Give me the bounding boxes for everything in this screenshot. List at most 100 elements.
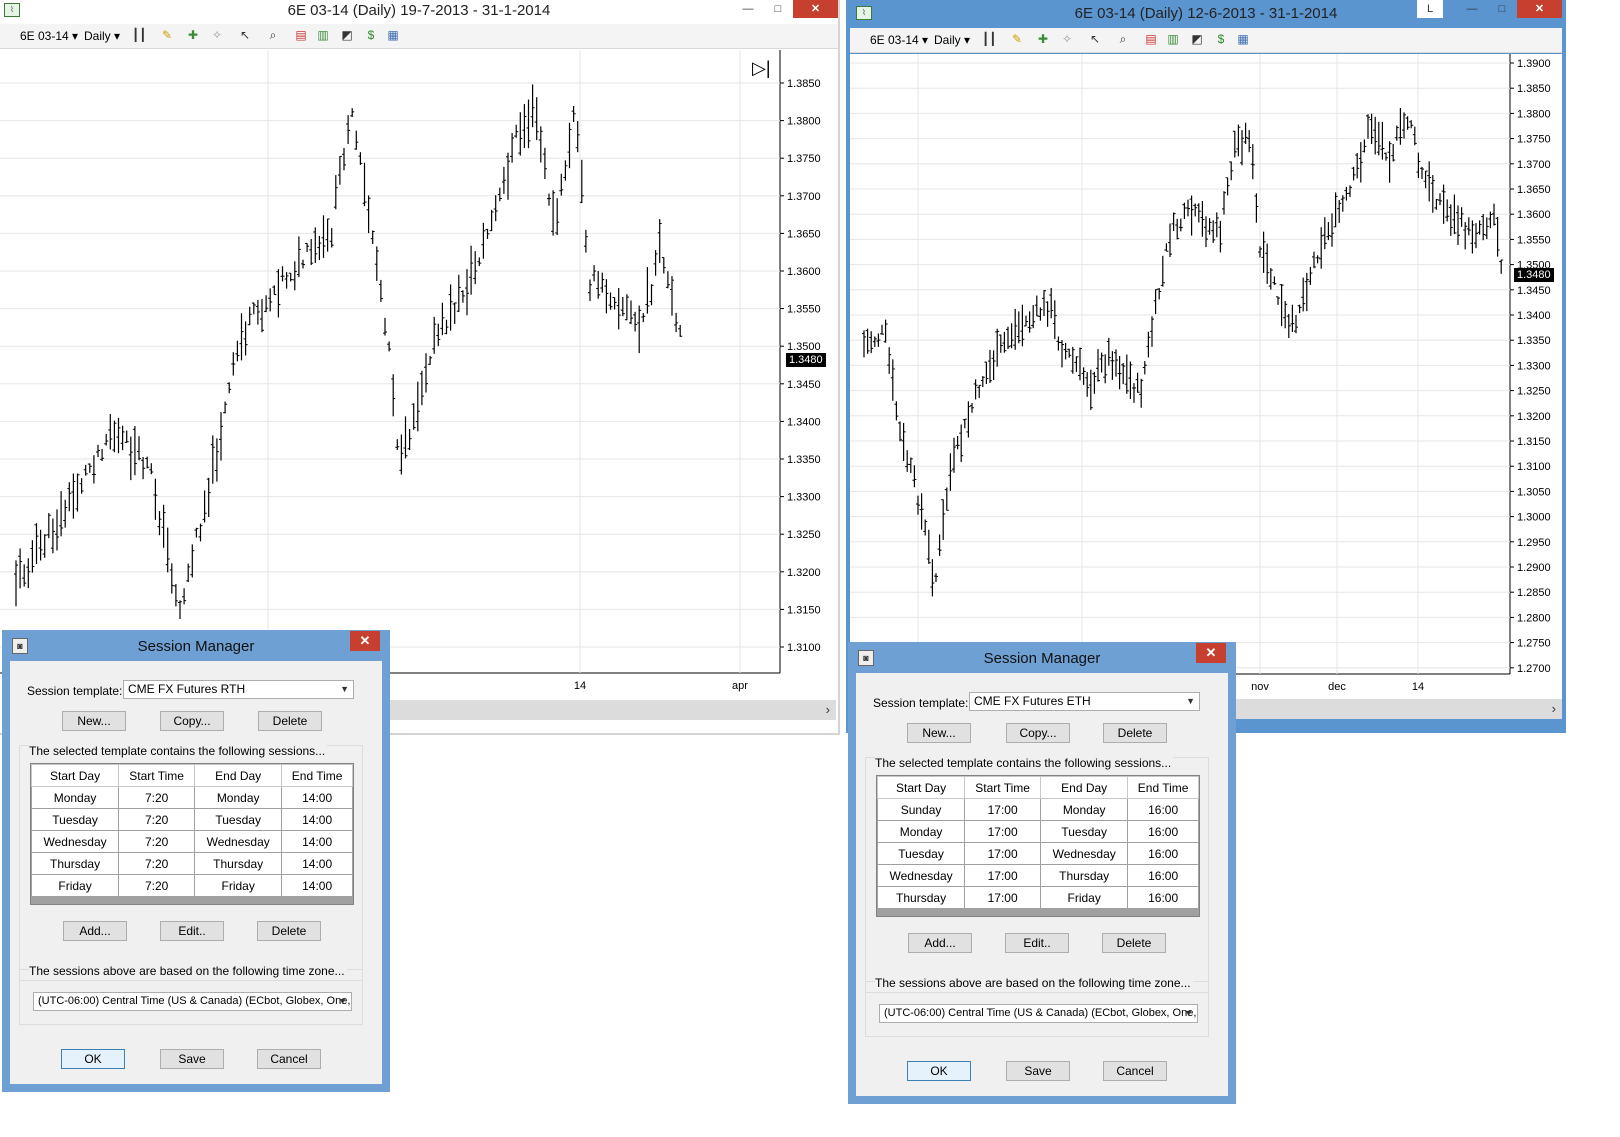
save-button[interactable]: Save <box>160 1049 224 1069</box>
copy-button[interactable]: Copy... <box>1006 723 1070 743</box>
pencil-draw-icon[interactable]: ✎ <box>160 28 174 42</box>
delete-template-button[interactable]: Delete <box>258 711 322 731</box>
maximize-button[interactable]: □ <box>763 0 793 18</box>
table-row[interactable]: Thursday 7:20 Thursday 14:00 <box>30 852 353 875</box>
cancel-button[interactable]: Cancel <box>257 1049 321 1069</box>
table-row[interactable]: Thursday 17:00 Friday 16:00 <box>876 886 1199 909</box>
zoom-icon[interactable]: ⌕ <box>1116 32 1130 46</box>
pointer-icon[interactable]: ↖ <box>238 28 252 42</box>
table-row[interactable]: Monday 17:00 Tuesday 16:00 <box>876 820 1199 843</box>
sessions-table[interactable]: Start Day Start Time End Day End Time Monday… <box>30 763 354 905</box>
area-icon[interactable]: ◩ <box>1190 32 1204 46</box>
left-title-bar[interactable]: ⌇ 6E 03-14 (Daily) 19-7-2013 - 31-1-2014… <box>0 0 838 24</box>
table-row[interactable]: Sunday 17:00 Monday 16:00 <box>876 798 1199 821</box>
price-tick-label: 1.3900 <box>1517 58 1551 70</box>
edit-session-button[interactable]: Edit.. <box>160 921 224 941</box>
right-horizontal-scrollbar[interactable]: › <box>1235 699 1562 719</box>
data-box-icon[interactable]: ▤ <box>294 28 308 42</box>
close-button[interactable]: ✕ <box>1517 0 1562 18</box>
column-header[interactable]: Start Day <box>30 764 120 787</box>
properties-icon[interactable]: ▦ <box>386 28 400 42</box>
table-row[interactable]: Wednesday 7:20 Wednesday 14:00 <box>30 830 353 853</box>
scroll-right-icon[interactable]: › <box>1552 701 1556 716</box>
instrument-selector[interactable]: 6E 03-14 ▾ <box>20 29 78 43</box>
pencil-draw-icon[interactable]: ✎ <box>1010 32 1024 46</box>
ok-button[interactable]: OK <box>61 1049 125 1069</box>
maximize-button[interactable]: □ <box>1487 0 1517 18</box>
dialog-title: Session Manager <box>983 650 1101 667</box>
right-title-bar[interactable]: ⌇ 6E 03-14 (Daily) 12-6-2013 - 31-1-2014… <box>850 0 1562 26</box>
column-header[interactable]: End Time <box>281 764 353 787</box>
timezone-select[interactable]: (UTC-06:00) Central Time (US & Canada) (… <box>879 1004 1198 1023</box>
table-cell: 14:00 <box>281 874 353 897</box>
column-header[interactable]: End Time <box>1127 776 1199 799</box>
left-horizontal-scrollbar[interactable]: › <box>390 700 836 720</box>
column-header[interactable]: End Day <box>194 764 283 787</box>
scroll-end-icon[interactable]: ▷| <box>752 58 771 79</box>
edit-session-button[interactable]: Edit.. <box>1005 933 1069 953</box>
close-button[interactable]: ✕ <box>793 0 838 18</box>
add-indicator-icon[interactable]: ✚ <box>186 28 200 42</box>
data-box-icon[interactable]: ▤ <box>1144 32 1158 46</box>
session-template-select[interactable]: CME FX Futures RTH ▼ <box>123 680 354 699</box>
left-chart-canvas[interactable]: 1.3850 1.3800 1.3750 1.3700 1.3650 1.3600 1.35… <box>0 50 836 700</box>
table-row[interactable]: Wednesday 17:00 Thursday 16:00 <box>876 864 1199 887</box>
new-button[interactable]: New... <box>907 723 971 743</box>
minimize-button[interactable]: — <box>733 0 763 18</box>
dialog-title: Session Manager <box>137 638 255 655</box>
timezone-select[interactable]: (UTC-06:00) Central Time (US & Canada) (… <box>33 992 352 1011</box>
dollar-icon[interactable]: $ <box>364 28 378 42</box>
table-row[interactable]: Tuesday 7:20 Tuesday 14:00 <box>30 808 353 831</box>
left-price-chart[interactable]: 1.3850 1.3800 1.3750 1.3700 1.3650 1.3600 1.35… <box>0 50 836 700</box>
table-cell: Sunday <box>876 798 966 821</box>
session-template-select[interactable]: CME FX Futures ETH ▼ <box>969 692 1200 711</box>
strategy-icon[interactable]: ✧ <box>210 28 224 42</box>
strategy-icon[interactable]: ✧ <box>1060 32 1074 46</box>
table-row[interactable]: Tuesday 17:00 Wednesday 16:00 <box>876 842 1199 865</box>
right-chart-canvas[interactable]: 1.3900 1.3850 1.3800 1.3750 1.3700 1.3650 1.36… <box>850 54 1562 699</box>
interval-selector[interactable]: Daily ▾ <box>84 29 120 43</box>
dialog-title-bar[interactable]: ◙ Session Manager ✕ <box>848 642 1236 672</box>
add-session-button[interactable]: Add... <box>908 933 972 953</box>
save-button[interactable]: Save <box>1006 1061 1070 1081</box>
area-icon[interactable]: ◩ <box>340 28 354 42</box>
bar-style-icon[interactable]: ┃┃ <box>982 32 996 46</box>
chart-style-icon[interactable]: ▥ <box>1166 32 1180 46</box>
table-cell: 16:00 <box>1127 820 1199 843</box>
cancel-button[interactable]: Cancel <box>1103 1061 1167 1081</box>
add-indicator-icon[interactable]: ✚ <box>1036 32 1050 46</box>
right-price-chart[interactable]: 1.3900 1.3850 1.3800 1.3750 1.3700 1.3650 1.36… <box>850 54 1562 699</box>
link-button[interactable]: L <box>1417 0 1443 18</box>
minimize-button[interactable]: — <box>1457 0 1487 18</box>
close-button[interactable]: ✕ <box>1196 643 1226 663</box>
bar-style-icon[interactable]: ┃┃ <box>132 28 146 42</box>
table-cell: 7:20 <box>118 852 196 875</box>
scroll-right-icon[interactable]: › <box>826 702 830 717</box>
dollar-icon[interactable]: $ <box>1214 32 1228 46</box>
column-header[interactable]: Start Day <box>876 776 966 799</box>
sessions-caption: The selected template contains the follo… <box>875 756 1174 770</box>
delete-session-button[interactable]: Delete <box>257 921 321 941</box>
zoom-icon[interactable]: ⌕ <box>266 28 280 42</box>
interval-selector[interactable]: Daily ▾ <box>934 33 970 47</box>
delete-template-button[interactable]: Delete <box>1103 723 1167 743</box>
delete-session-button[interactable]: Delete <box>1102 933 1166 953</box>
instrument-selector[interactable]: 6E 03-14 ▾ <box>870 33 928 47</box>
close-button[interactable]: ✕ <box>350 631 380 651</box>
pointer-icon[interactable]: ↖ <box>1088 32 1102 46</box>
sessions-table[interactable]: Start Day Start Time End Day End Time Sunday… <box>876 775 1200 917</box>
add-session-button[interactable]: Add... <box>63 921 127 941</box>
copy-button[interactable]: Copy... <box>160 711 224 731</box>
properties-icon[interactable]: ▦ <box>1236 32 1250 46</box>
table-row[interactable]: Friday 7:20 Friday 14:00 <box>30 874 353 897</box>
column-header[interactable]: End Day <box>1040 776 1129 799</box>
ok-button[interactable]: OK <box>907 1061 971 1081</box>
new-button[interactable]: New... <box>62 711 126 731</box>
chart-style-icon[interactable]: ▥ <box>316 28 330 42</box>
table-row[interactable]: Monday 7:20 Monday 14:00 <box>30 786 353 809</box>
column-header[interactable]: Start Time <box>964 776 1042 799</box>
chevron-down-icon: ▼ <box>1184 1008 1193 1018</box>
column-header[interactable]: Start Time <box>118 764 196 787</box>
table-cell: Tuesday <box>194 808 283 831</box>
dialog-title-bar[interactable]: ◙ Session Manager ✕ <box>2 630 390 660</box>
